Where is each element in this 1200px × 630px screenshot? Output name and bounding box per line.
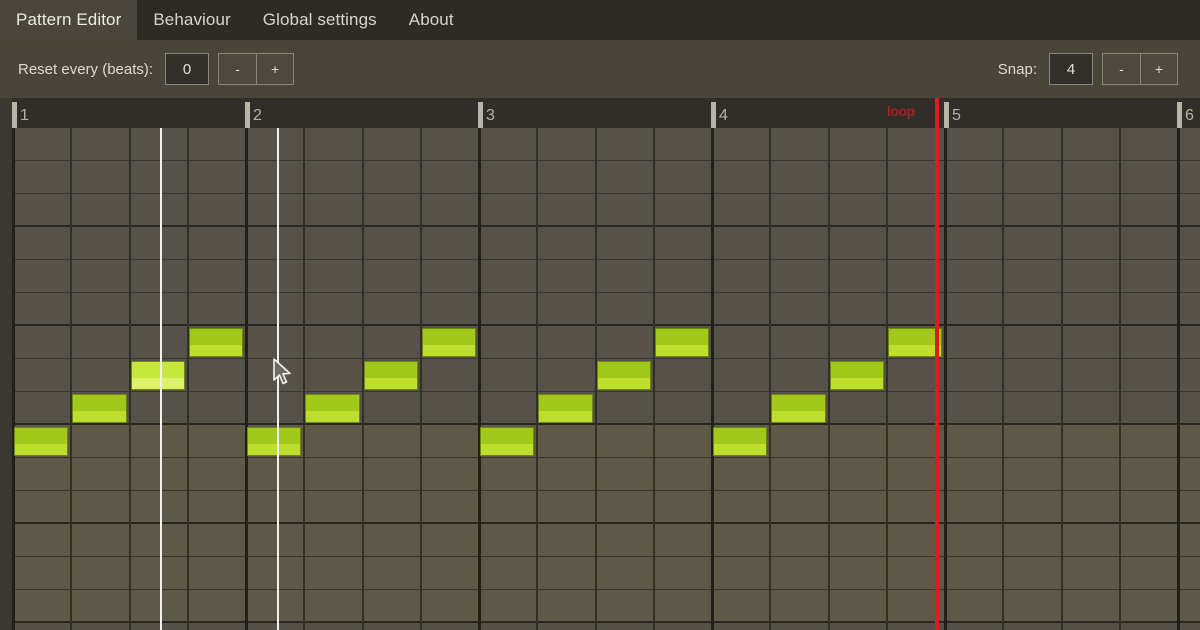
grid-row[interactable] xyxy=(12,425,1200,458)
grid-row[interactable] xyxy=(12,293,1200,326)
ruler-bar-tick xyxy=(944,102,949,128)
grid-row[interactable] xyxy=(12,557,1200,590)
grid-beat-line xyxy=(769,128,772,630)
grid-canvas[interactable] xyxy=(12,128,1200,630)
grid-bar-line xyxy=(478,128,481,630)
ruler-bar-number: 2 xyxy=(253,107,262,124)
ruler-bar-number: 4 xyxy=(719,107,728,124)
note-block[interactable] xyxy=(421,328,476,357)
grid-beat-line xyxy=(303,128,306,630)
ruler-bar-tick xyxy=(245,102,250,128)
timeline-ruler[interactable]: 1 2 3 4 5 6 loop xyxy=(0,98,1200,128)
reset-every-increment-button[interactable]: + xyxy=(256,54,294,84)
grid-row[interactable] xyxy=(12,491,1200,524)
tab-behaviour[interactable]: Behaviour xyxy=(137,0,246,40)
note-block[interactable] xyxy=(188,328,243,357)
tab-pattern-editor[interactable]: Pattern Editor xyxy=(0,0,138,40)
ruler-bar-tick xyxy=(12,102,17,128)
grid-beat-line xyxy=(536,128,539,630)
note-block[interactable] xyxy=(829,361,884,390)
ruler-bar-tick xyxy=(1177,102,1182,128)
pattern-grid[interactable] xyxy=(0,128,1200,630)
snap-increment-button[interactable]: + xyxy=(1140,54,1177,84)
grid-bar-line xyxy=(711,128,714,630)
ruler-loop-marker-line[interactable] xyxy=(935,98,939,128)
ruler-bar-marker: 6 xyxy=(1177,98,1194,128)
note-block[interactable] xyxy=(305,394,360,423)
grid-row[interactable] xyxy=(12,260,1200,293)
snap-control: Snap: 4 - + xyxy=(998,53,1178,85)
note-block[interactable] xyxy=(887,328,942,357)
grid-row[interactable] xyxy=(12,392,1200,425)
note-block[interactable] xyxy=(654,328,709,357)
tab-bar-filler xyxy=(470,0,1200,40)
grid-row[interactable] xyxy=(12,128,1200,161)
grid-bar-line xyxy=(1177,128,1180,630)
grid-beat-line xyxy=(1002,128,1005,630)
loop-marker-line[interactable] xyxy=(935,128,939,630)
note-block[interactable] xyxy=(480,427,535,456)
note-block[interactable] xyxy=(538,394,593,423)
note-block[interactable] xyxy=(247,427,302,456)
grid-row[interactable] xyxy=(12,161,1200,194)
ruler-bar-tick xyxy=(478,102,483,128)
note-block[interactable] xyxy=(363,361,418,390)
loop-label: loop xyxy=(887,103,915,119)
ruler-bar-number: 5 xyxy=(952,107,961,124)
snap-decrement-button[interactable]: - xyxy=(1103,54,1140,84)
grid-beat-line xyxy=(652,128,655,630)
grid-row[interactable] xyxy=(12,524,1200,557)
grid-beat-line xyxy=(1118,128,1121,630)
grid-bar-line xyxy=(245,128,248,630)
grid-left-gutter xyxy=(0,128,12,630)
playhead-b[interactable] xyxy=(277,128,279,630)
reset-every-value-field[interactable]: 0 xyxy=(165,53,210,85)
reset-every-control: Reset every (beats): 0 - + xyxy=(18,53,295,85)
grid-beat-line xyxy=(1060,128,1063,630)
snap-value-field[interactable]: 4 xyxy=(1049,53,1093,85)
toolbar: Reset every (beats): 0 - + Snap: 4 - + xyxy=(0,40,1200,98)
ruler-bar-number: 6 xyxy=(1185,107,1194,124)
tab-bar: Pattern Editor Behaviour Global settings Ab… xyxy=(0,0,1200,40)
grid-bar-line xyxy=(12,128,15,630)
grid-bar-line xyxy=(944,128,947,630)
playhead-a[interactable] xyxy=(160,128,162,630)
note-block[interactable] xyxy=(596,361,651,390)
snap-label: Snap: xyxy=(997,60,1037,78)
grid-row[interactable] xyxy=(12,194,1200,227)
tab-global-settings[interactable]: Global settings xyxy=(247,0,393,40)
reset-every-label: Reset every (beats): xyxy=(18,60,154,78)
ruler-bar-number: 1 xyxy=(20,107,29,124)
snap-spinner: - + xyxy=(1102,53,1178,85)
ruler-bar-tick xyxy=(711,102,716,128)
note-block[interactable] xyxy=(713,427,768,456)
note-block[interactable] xyxy=(72,394,127,423)
ruler-gutter xyxy=(0,98,12,128)
ruler-bar-marker: 1 xyxy=(12,98,29,128)
note-block[interactable] xyxy=(771,394,826,423)
tab-about[interactable]: About xyxy=(393,0,470,40)
ruler-bar-marker: 5 xyxy=(944,98,961,128)
grid-row[interactable] xyxy=(12,590,1200,623)
grid-beat-line xyxy=(419,128,422,630)
ruler-bar-marker: 3 xyxy=(478,98,495,128)
note-block[interactable] xyxy=(14,427,69,456)
grid-beat-line xyxy=(70,128,73,630)
pattern-editor-window: Pattern Editor Behaviour Global settings Ab… xyxy=(0,0,1200,630)
grid-beat-line xyxy=(885,128,888,630)
reset-every-spinner: - + xyxy=(218,53,295,85)
grid-beat-line xyxy=(186,128,189,630)
grid-row[interactable] xyxy=(12,227,1200,260)
ruler-bar-number: 3 xyxy=(486,107,495,124)
note-block[interactable] xyxy=(130,361,185,390)
ruler-bar-marker: 2 xyxy=(245,98,262,128)
grid-row[interactable] xyxy=(12,458,1200,491)
reset-every-decrement-button[interactable]: - xyxy=(219,54,257,84)
ruler-bar-marker: 4 xyxy=(711,98,728,128)
